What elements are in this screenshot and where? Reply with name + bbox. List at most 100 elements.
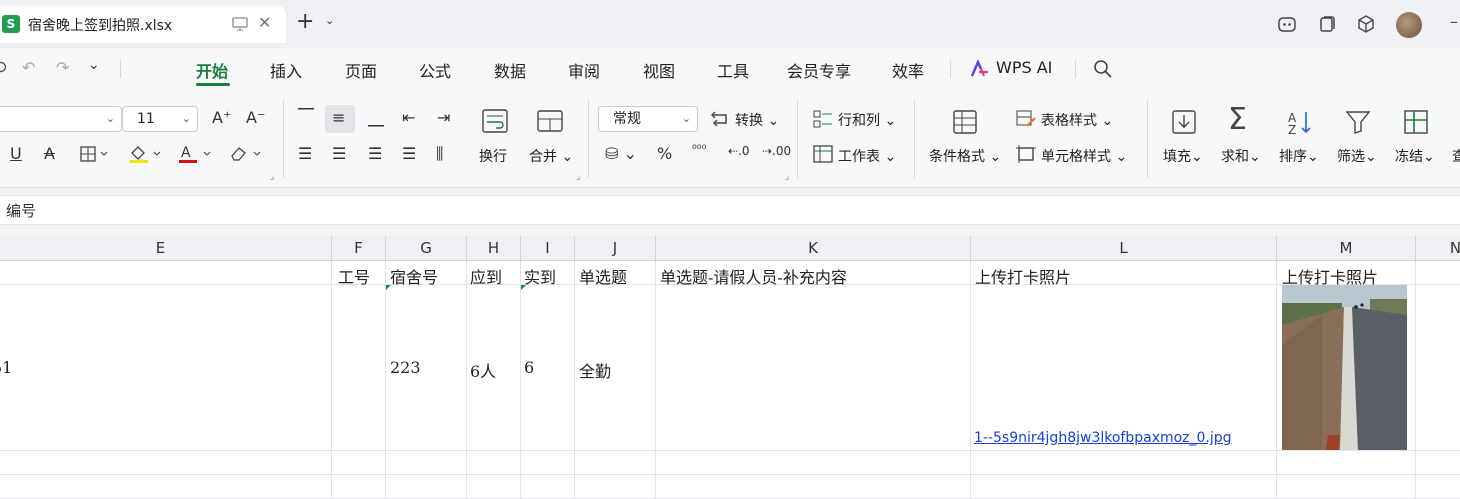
percent-icon[interactable]: % <box>657 144 672 163</box>
sum-label[interactable]: 求和⌄ <box>1221 146 1261 166</box>
rows-columns-icon[interactable] <box>812 109 834 129</box>
cell-h-header[interactable]: 应到 <box>470 264 502 288</box>
clear-format-icon[interactable] <box>228 144 264 164</box>
cell-h-data[interactable]: 6人 <box>470 358 496 382</box>
column-header-f[interactable]: F <box>332 236 386 261</box>
window-switch-icon[interactable] <box>1317 14 1337 34</box>
cell-e-data[interactable]: 51 <box>0 358 32 377</box>
column-header-e[interactable]: E <box>0 236 332 261</box>
worksheet-label[interactable]: 工作表 ⌄ <box>838 146 896 166</box>
search-doc-icon[interactable] <box>0 60 10 76</box>
align-left-icon[interactable]: ☰ <box>298 144 312 163</box>
document-tab[interactable]: S 宿舍晚上签到拍照.xlsx ✕ <box>0 6 286 43</box>
close-tab-icon[interactable]: ✕ <box>258 13 271 32</box>
menu-tools[interactable]: 工具 <box>717 58 749 82</box>
convert-label[interactable]: 转换 ⌄ <box>735 110 779 130</box>
wrap-text-icon[interactable] <box>481 108 509 136</box>
cell-j-header[interactable]: 单选题 <box>579 264 627 288</box>
underline-icon[interactable]: U <box>10 144 22 163</box>
cell-g-data[interactable]: 223 <box>390 358 421 377</box>
ai-assistant-icon[interactable] <box>1277 14 1297 34</box>
increase-decimal-icon[interactable]: ⇠.0 <box>728 144 750 158</box>
menu-start[interactable]: 开始 <box>196 58 228 82</box>
align-bottom-icon[interactable]: ⎽ <box>368 108 384 128</box>
distributed-align-icon[interactable]: ⫼ <box>436 144 443 164</box>
freeze-label[interactable]: 冻结⌄ <box>1395 146 1435 166</box>
align-right-icon[interactable]: ☰ <box>368 144 382 163</box>
tab-list-chevron-icon[interactable]: ⌄ <box>325 14 334 27</box>
column-header-n[interactable]: N <box>1416 236 1460 261</box>
minimize-icon[interactable]: – <box>1450 12 1458 31</box>
fill-color-icon[interactable] <box>128 144 164 164</box>
decrease-font-icon[interactable]: A⁻ <box>246 108 265 127</box>
cell-l-header[interactable]: 上传打卡照片 <box>975 264 1071 288</box>
wrap-text-label[interactable]: 换行 <box>479 146 507 166</box>
column-header-g[interactable]: G <box>386 236 467 261</box>
cube-icon[interactable] <box>1356 14 1376 34</box>
increase-indent-icon[interactable]: ⇥ <box>437 108 450 127</box>
cell-i-data[interactable]: 6 <box>524 358 534 377</box>
sort-label[interactable]: 排序⌄ <box>1279 146 1319 166</box>
rows-columns-label[interactable]: 行和列 ⌄ <box>838 110 896 130</box>
quick-access-chevron-icon[interactable]: ⌄ <box>88 57 100 73</box>
font-color-icon[interactable]: A <box>178 144 214 164</box>
worksheet-icon[interactable] <box>812 144 834 164</box>
find-label[interactable]: 查 <box>1452 146 1460 166</box>
filter-icon[interactable] <box>1344 108 1372 136</box>
filter-label[interactable]: 筛选⌄ <box>1337 146 1377 166</box>
font-dialog-launcher-icon[interactable]: ⌟ <box>270 172 274 182</box>
photo-file-link[interactable]: 1--5s9nir4jgh8jw3lkofbpaxmoz_0.jpg <box>974 430 1232 446</box>
cell-i-header[interactable]: 实到 <box>524 264 556 288</box>
table-style-label[interactable]: 表格样式 ⌄ <box>1041 110 1113 130</box>
merge-cells-icon[interactable] <box>536 108 564 136</box>
cell-k-header[interactable]: 单选题-请假人员-补充内容 <box>660 264 847 288</box>
cell-g-header[interactable]: 宿舍号 <box>390 264 438 288</box>
formula-bar[interactable]: 编号 <box>0 195 1460 225</box>
merge-label[interactable]: 合并 ⌄ <box>529 146 573 166</box>
user-avatar[interactable] <box>1396 12 1422 38</box>
conditional-format-label[interactable]: 条件格式 ⌄ <box>929 146 1001 166</box>
monitor-icon[interactable] <box>232 15 248 33</box>
cell-style-icon[interactable] <box>1015 144 1037 164</box>
convert-icon[interactable] <box>708 109 732 129</box>
menu-member[interactable]: 会员专享 <box>787 58 851 82</box>
column-header-k[interactable]: K <box>656 236 971 261</box>
column-header-m[interactable]: M <box>1277 236 1416 261</box>
cell-style-label[interactable]: 单元格样式 ⌄ <box>1041 146 1127 166</box>
border-icon[interactable] <box>80 146 110 162</box>
font-name-select[interactable]: ⌄ <box>0 106 122 132</box>
menu-data[interactable]: 数据 <box>494 58 526 82</box>
cell-f-header[interactable]: 工号 <box>338 264 370 288</box>
menu-wps-ai[interactable]: WPS AI <box>996 58 1052 77</box>
column-header-j[interactable]: J <box>575 236 656 261</box>
menu-review[interactable]: 审阅 <box>568 58 600 82</box>
currency-icon[interactable]: ⛁ ⌄ <box>605 144 637 163</box>
menu-efficiency[interactable]: 效率 <box>892 58 924 82</box>
table-style-icon[interactable] <box>1015 109 1037 129</box>
align-center-icon[interactable]: ☰ <box>332 144 346 163</box>
menu-page[interactable]: 页面 <box>345 58 377 82</box>
menu-formula[interactable]: 公式 <box>419 58 451 82</box>
column-header-h[interactable]: H <box>467 236 521 261</box>
thousands-separator-icon[interactable]: ⁰⁰⁰ <box>692 142 706 156</box>
number-format-select[interactable]: 常规 ⌄ <box>598 106 698 132</box>
redo-icon[interactable]: ↷ <box>56 58 69 77</box>
align-middle-icon[interactable]: ≡ <box>332 108 345 127</box>
conditional-format-icon[interactable] <box>951 108 979 136</box>
font-size-select[interactable]: 11 ⌄ <box>122 106 198 132</box>
justify-icon[interactable]: ☰ <box>402 144 416 163</box>
align-top-icon[interactable]: ⎺ <box>298 106 314 126</box>
fill-icon[interactable] <box>1170 108 1198 136</box>
menu-insert[interactable]: 插入 <box>270 58 302 82</box>
cell-j-data[interactable]: 全勤 <box>579 358 611 382</box>
strikethrough-icon[interactable]: A <box>44 144 55 163</box>
decrease-indent-icon[interactable]: ⇤ <box>402 108 415 127</box>
align-dialog-launcher-icon[interactable]: ⌟ <box>576 172 580 182</box>
new-tab-icon[interactable]: + <box>296 9 314 34</box>
sum-icon[interactable]: Σ <box>1228 102 1247 137</box>
column-header-i[interactable]: I <box>521 236 575 261</box>
freeze-icon[interactable] <box>1402 108 1430 136</box>
number-dialog-launcher-icon[interactable]: ⌟ <box>785 172 789 182</box>
increase-font-icon[interactable]: A⁺ <box>212 108 231 127</box>
undo-icon[interactable]: ↶ <box>22 58 35 77</box>
